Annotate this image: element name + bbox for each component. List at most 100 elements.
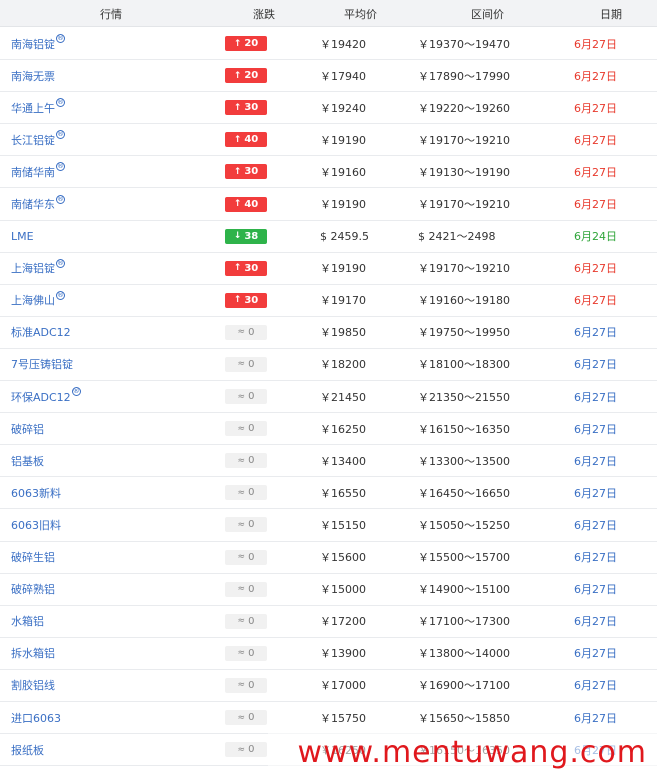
change-badge: ≈0 [225, 549, 267, 565]
change-cell: ↓ 38 [225, 221, 267, 252]
product-name-text: 拆水箱铝 [11, 647, 55, 661]
product-name-link[interactable]: 环保ADC12 ® [11, 381, 81, 412]
approx-icon: ≈ [237, 455, 246, 466]
change-badge: ≈0 [225, 421, 267, 437]
change-value: 0 [248, 487, 255, 499]
range-price: ￥13300～13500 [418, 454, 510, 468]
product-name-link[interactable]: 南储华东 ® [11, 188, 65, 219]
product-name-link[interactable]: 破碎熟铝 [11, 574, 55, 605]
change-cell: ≈0 [225, 349, 267, 380]
product-name-link[interactable]: 报纸板 [11, 734, 44, 765]
price-table-body: 南海铝锭 ® ↑ 20 ￥19420 ￥19370～19470 6月27日 南海无票 ↑ 20 ￥1… [0, 28, 657, 767]
product-name-link[interactable]: 6063旧料 [11, 509, 61, 540]
approx-icon: ≈ [237, 584, 246, 595]
change-cell: ≈0 [225, 413, 267, 444]
avg-price: ￥19420 [320, 37, 366, 51]
change-value: 20 [244, 38, 259, 50]
table-row: 拆水箱铝 ≈0 ￥13900 ￥13800～14000 6月27日 [0, 638, 657, 670]
product-name-link[interactable]: 破碎铝 [11, 413, 44, 444]
product-name-text: 标准ADC12 [11, 326, 71, 340]
range-price: ￥19170～19210 [418, 133, 510, 147]
date-cell: 6月27日 [574, 518, 617, 532]
product-name-link[interactable]: 拆水箱铝 [11, 638, 55, 669]
product-name-link[interactable]: LME [11, 221, 34, 252]
table-row: 7号压铸铝锭 ≈0 ￥18200 ￥18100～18300 6月27日 [0, 349, 657, 382]
change-badge: ↑ 30 [225, 164, 267, 180]
approx-icon: ≈ [237, 552, 246, 563]
product-name-link[interactable]: 破碎生铝 [11, 542, 55, 573]
change-badge: ↑ 20 [225, 68, 267, 84]
range-price: ￥16900～17100 [418, 679, 510, 693]
product-name-link[interactable]: 割胶铝线 [11, 670, 55, 701]
range-price: ￥17890～17990 [418, 69, 510, 83]
product-name-text: 割胶铝线 [11, 679, 55, 693]
avg-price: $ 2459.5 [320, 229, 369, 243]
approx-icon: ≈ [237, 680, 246, 691]
product-name-link[interactable]: 上海铝锭 ® [11, 253, 65, 284]
change-cell: ↑ 40 [225, 188, 267, 219]
product-name-link[interactable]: 标准ADC12 [11, 317, 71, 348]
registered-mark-icon: ® [56, 258, 65, 268]
table-row: 南海无票 ↑ 20 ￥17940 ￥17890～17990 6月27日 [0, 60, 657, 93]
product-name-link[interactable]: 7号压铸铝锭 [11, 349, 73, 380]
avg-price: ￥13900 [320, 647, 366, 661]
approx-icon: ≈ [237, 327, 246, 338]
change-badge: ↑ 40 [225, 132, 267, 148]
date-cell: 6月27日 [574, 711, 617, 725]
change-badge: ↓ 38 [225, 228, 267, 244]
table-row: 铝基板 ≈0 ￥13400 ￥13300～13500 6月27日 [0, 445, 657, 478]
date-cell: 6月27日 [574, 326, 617, 340]
table-row: 标准ADC12 ≈0 ￥19850 ￥19750～19950 6月27日 [0, 317, 657, 349]
approx-icon: ≈ [237, 648, 246, 659]
registered-mark-icon: ® [56, 162, 65, 172]
change-value: 20 [244, 70, 259, 82]
change-value: 0 [248, 744, 255, 756]
table-row: 水箱铝 ≈0 ￥17200 ￥17100～17300 6月27日 [0, 606, 657, 638]
change-value: 0 [248, 358, 255, 370]
change-cell: ≈0 [225, 638, 267, 669]
change-value: 0 [248, 615, 255, 627]
header-name: 行情 [100, 8, 122, 21]
change-value: 0 [248, 423, 255, 435]
product-name-text: 长江铝锭 [11, 133, 55, 147]
range-price: ￥16450～16650 [418, 486, 510, 500]
avg-price: ￥17200 [320, 615, 366, 629]
arrow-up-icon: ↑ [233, 38, 242, 49]
product-name-link[interactable]: 进口6063 [11, 702, 61, 733]
table-row: 南储华南 ® ↑ 30 ￥19160 ￥19130～19190 6月27日 [0, 156, 657, 189]
registered-mark-icon: ® [71, 387, 81, 397]
table-row: 上海佛山 ® ↑ 30 ￥19170 ￥19160～19180 6月27日 [0, 285, 657, 317]
product-name-text: 华通上午 [11, 101, 55, 115]
product-name-link[interactable]: 6063新料 [11, 477, 61, 508]
change-badge: ≈0 [225, 517, 267, 533]
product-name-link[interactable]: 铝基板 [11, 445, 44, 476]
avg-price: ￥21450 [320, 390, 366, 404]
arrow-up-icon: ↑ [233, 70, 242, 81]
avg-price: ￥18200 [320, 358, 366, 372]
product-name-link[interactable]: 南海铝锭 ® [11, 28, 65, 59]
change-badge: ≈0 [225, 324, 267, 340]
change-value: 40 [244, 134, 259, 146]
table-row: LME ↓ 38 $ 2459.5 $ 2421～2498 6月24日 [0, 221, 657, 253]
date-cell: 6月27日 [574, 647, 617, 661]
change-badge: ≈0 [225, 389, 267, 405]
change-value: 0 [248, 647, 255, 659]
avg-price: ￥19190 [320, 198, 366, 212]
change-value: 0 [248, 583, 255, 595]
product-name-link[interactable]: 水箱铝 [11, 606, 44, 637]
range-price: ￥19170～19210 [418, 262, 510, 276]
change-badge: ↑ 30 [225, 260, 267, 276]
change-cell: ↑ 20 [225, 60, 267, 91]
product-name-link[interactable]: 华通上午 ® [11, 92, 65, 123]
change-cell: ↑ 40 [225, 124, 267, 155]
product-name-link[interactable]: 上海佛山 ® [11, 285, 65, 316]
arrow-down-icon: ↓ [233, 231, 242, 242]
date-cell: 6月27日 [574, 133, 617, 147]
table-row: 割胶铝线 ≈0 ￥17000 ￥16900～17100 6月27日 [0, 670, 657, 702]
product-name-link[interactable]: 南储华南 ® [11, 156, 65, 187]
product-name-link[interactable]: 南海无票 [11, 60, 55, 91]
avg-price: ￥13400 [320, 454, 366, 468]
avg-price: ￥17940 [320, 69, 366, 83]
product-name-link[interactable]: 长江铝锭 ® [11, 124, 65, 155]
table-row: 长江铝锭 ® ↑ 40 ￥19190 ￥19170～19210 6月27日 [0, 124, 657, 157]
